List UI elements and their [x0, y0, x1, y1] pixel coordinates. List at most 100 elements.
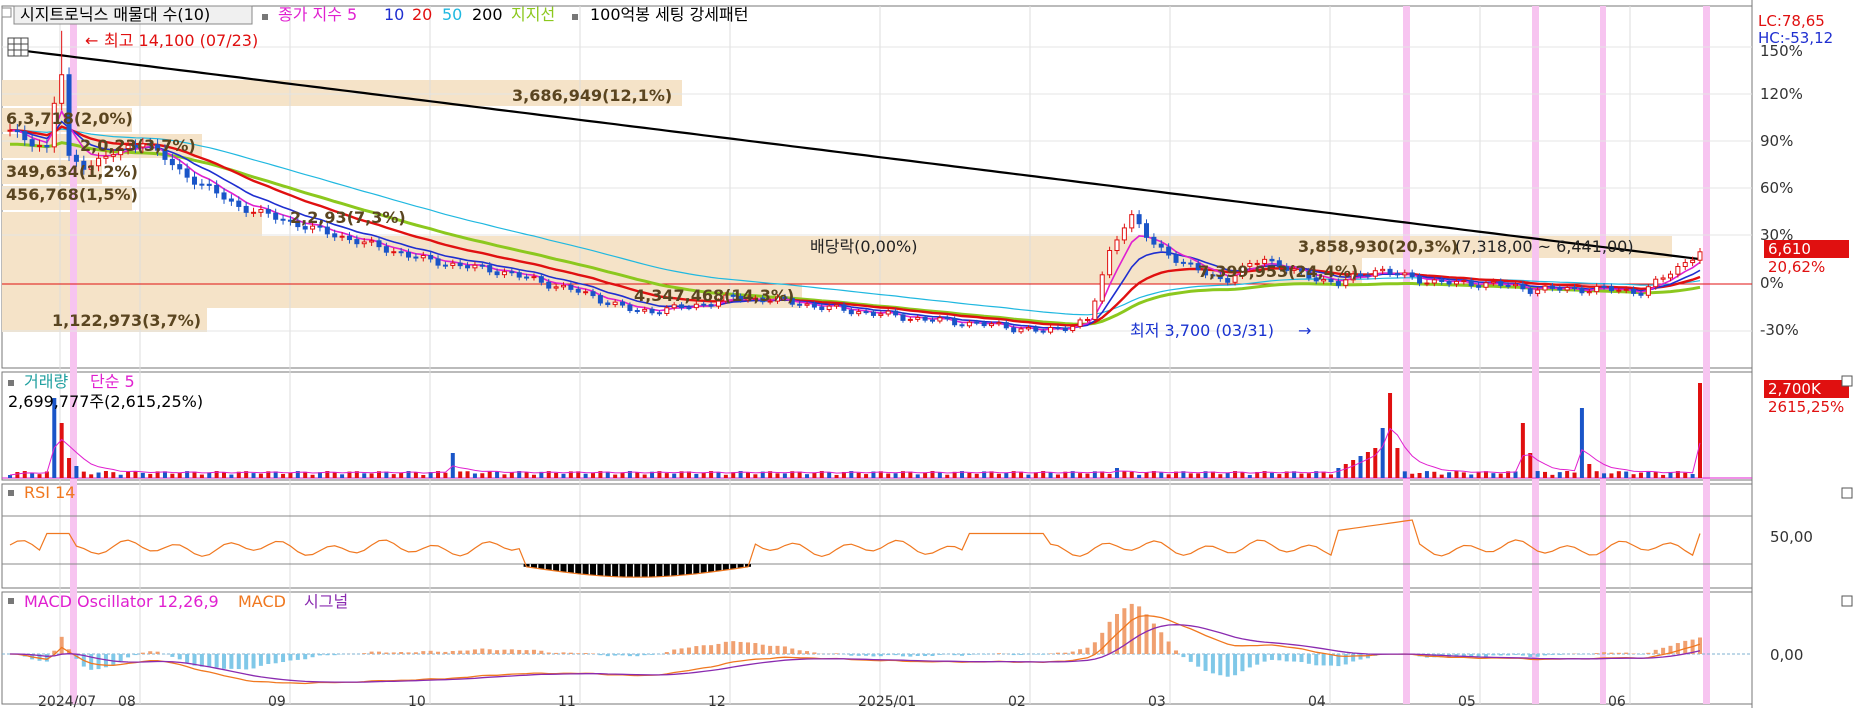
volume-bar-179	[1329, 474, 1334, 478]
legend-toggle-icon[interactable]	[1, 7, 12, 18]
rsi-oversold-fill-19	[663, 564, 670, 577]
table-grid-icon[interactable]	[7, 37, 29, 57]
candle-body-43	[324, 226, 330, 235]
macd-hist-bar-32	[244, 654, 249, 670]
candle-body-55	[413, 256, 419, 259]
candle-body-78	[583, 291, 589, 294]
candle-body-199	[1476, 285, 1482, 288]
macd-hist-bar-206	[1528, 654, 1533, 657]
chart-title: 시지트로닉스 매물대 수(10)	[20, 5, 210, 24]
volume-bar-52	[391, 474, 396, 478]
volume-bar-101	[753, 474, 758, 478]
candle-body-136	[1011, 327, 1017, 333]
candle-body-0	[7, 129, 13, 132]
macd-title: MACD Oscillator 12,26,9	[24, 592, 219, 611]
macd-hist-bar-22	[170, 654, 175, 657]
macd-hist-bar-100	[745, 642, 750, 654]
volume-bar-109	[812, 472, 817, 478]
volume-bar-156	[1159, 472, 1164, 478]
candle-body-88	[656, 312, 662, 315]
macd-hist-bar-119	[886, 654, 891, 656]
candle-body-52	[391, 251, 397, 254]
stock-chart[interactable]: 시지트로닉스 매물대 수(10) 종가 지수 5 10 20 50 200 지지…	[0, 0, 1853, 708]
candle-body-56	[420, 255, 426, 259]
macd-hist-bar-226	[1675, 643, 1680, 654]
rsi-oversold-fill-7	[575, 564, 582, 574]
candle-body-87	[649, 308, 655, 314]
close-icon[interactable]	[1841, 487, 1853, 499]
candle-body-187	[1387, 268, 1393, 275]
volume-bar-85	[635, 472, 640, 478]
macd-hist-bar-67	[502, 649, 507, 654]
volume-bar-135	[1004, 473, 1009, 478]
volume-bar-33	[251, 473, 256, 478]
candle-body-119	[885, 310, 891, 315]
macd-hist-bar-137	[1019, 654, 1024, 655]
macd-hist-bar-31	[236, 654, 241, 670]
candle-body-46	[346, 235, 352, 241]
macd-hist-bar-66	[495, 650, 500, 654]
macd-hist-bar-219	[1624, 652, 1629, 654]
volume-bar-116	[864, 474, 869, 478]
candle-body-4	[37, 145, 43, 148]
macd-hist-bar-215	[1594, 653, 1599, 654]
macd-hist-bar-64	[480, 648, 485, 654]
macd-hist-bar-218	[1616, 652, 1621, 654]
candle-body-185	[1372, 270, 1378, 277]
legend-pattern: 100억봉 세팅 강세패턴	[590, 5, 748, 24]
close-icon[interactable]	[1841, 375, 1853, 387]
macd-hist-bar-17	[133, 654, 138, 656]
candle-body-50	[376, 240, 382, 248]
volume-pct: 2615,25%	[1768, 398, 1844, 416]
candle-body-152	[1129, 214, 1135, 229]
volume-bar-134	[996, 473, 1001, 478]
candle-body-215	[1594, 285, 1600, 293]
macd-hist-bar-79	[591, 653, 596, 654]
volume-bar-12	[96, 472, 101, 478]
volume-bar-222	[1646, 471, 1651, 478]
volume-profile-bar-5	[2, 212, 262, 236]
highlight-stripe-4	[1703, 6, 1710, 704]
volume-bar-70	[524, 472, 529, 478]
macd-hist-bar-182	[1351, 654, 1356, 662]
high-arrow: ←	[85, 31, 98, 50]
macd-hist-bar-114	[849, 654, 854, 656]
candle-body-128	[952, 318, 958, 326]
macd-hist-bar-156	[1159, 632, 1164, 654]
volume-bar-53	[399, 472, 404, 478]
macd-hist-bar-69	[517, 649, 522, 654]
candle-body-89	[664, 307, 670, 314]
candle-body-183	[1358, 273, 1364, 276]
close-icon[interactable]	[1841, 595, 1853, 607]
vp-label-1: 3,686,949(12,1%)	[512, 86, 672, 105]
rsi-oversold-fill-6	[567, 564, 574, 573]
volume-bar-151	[1122, 471, 1127, 478]
macd-hist-bar-82	[613, 654, 618, 656]
candle-body-190	[1409, 272, 1415, 278]
candle-body-218	[1616, 289, 1622, 292]
candle-body-212	[1572, 286, 1578, 289]
volume-bar-55	[413, 472, 418, 478]
volume-bar-218	[1616, 471, 1621, 478]
dividend-label: 배당락(0,00%)	[810, 237, 917, 256]
macd-hist-bar-41	[310, 654, 315, 658]
volume-bar-90	[672, 473, 677, 478]
macd-hist-bar-109	[812, 652, 817, 654]
volume-bar-30	[229, 474, 234, 478]
candle-body-197	[1461, 280, 1467, 283]
candle-body-81	[605, 302, 611, 306]
candle-body-226	[1675, 265, 1681, 275]
rsi-oversold-fill-5	[560, 564, 567, 572]
volume-bar-198	[1469, 474, 1474, 478]
vp-label-7: 3,858,930(20,3%)	[1298, 237, 1458, 256]
legend-ma200: 200	[472, 5, 503, 24]
rsi-oversold-fill-14	[626, 564, 633, 578]
panel-frame-1	[1, 371, 1753, 481]
rsi-oversold-fill-25	[708, 564, 715, 572]
candle-body-29	[221, 192, 227, 200]
macd-hist-bar-7	[59, 636, 64, 654]
candle-body-37	[280, 218, 286, 221]
volume-bar-111	[827, 472, 832, 478]
vp-label-8: 7,399,953(24,4%)	[1198, 262, 1358, 281]
volume-bar-161	[1196, 473, 1201, 478]
